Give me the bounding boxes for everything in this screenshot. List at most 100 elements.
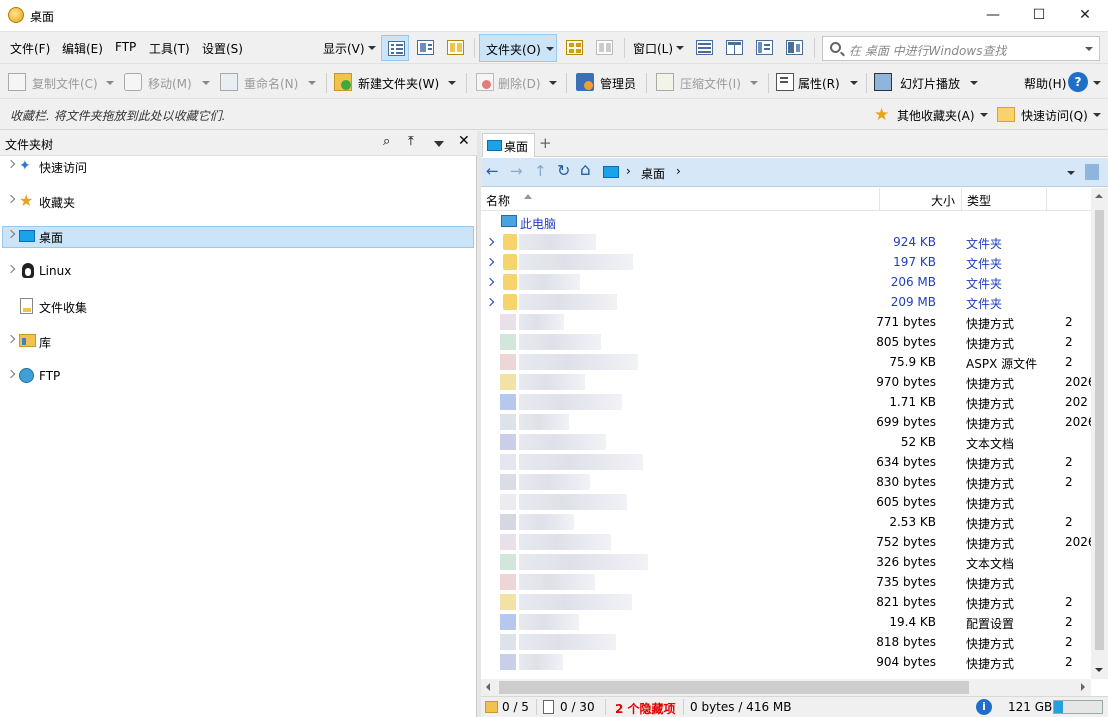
properties-button[interactable]: 属性(R) <box>798 75 840 92</box>
properties-dropdown-icon[interactable] <box>850 81 858 85</box>
tree-close-icon[interactable]: ✕ <box>458 133 470 149</box>
home-icon[interactable]: ⌂ <box>580 160 591 180</box>
column-type[interactable]: 类型 <box>967 192 991 209</box>
rename-dropdown-icon[interactable] <box>308 81 316 85</box>
compress-dropdown-icon[interactable] <box>750 81 758 85</box>
expand-arrow-icon[interactable] <box>485 257 495 267</box>
go-icon[interactable] <box>1085 164 1099 180</box>
layout-columns-button[interactable] <box>720 35 748 61</box>
file-row[interactable]: 805 bytes 快捷方式 2 <box>481 332 1091 352</box>
slideshow-button[interactable]: 幻灯片播放 <box>900 75 960 92</box>
expand-arrow-icon[interactable] <box>6 264 16 274</box>
expand-arrow-icon[interactable] <box>6 194 16 204</box>
column-separator[interactable] <box>879 188 880 211</box>
maximize-button[interactable]: ☐ <box>1016 0 1062 31</box>
slideshow-dropdown-icon[interactable] <box>970 81 978 85</box>
up-icon[interactable]: ↑ <box>534 162 547 180</box>
column-separator[interactable] <box>961 188 962 211</box>
expand-arrow-icon[interactable] <box>6 334 16 344</box>
folder-row[interactable]: 197 KB 文件夹 <box>481 252 1091 272</box>
info-icon[interactable]: i <box>976 699 992 715</box>
folder-row[interactable]: 206 MB 文件夹 <box>481 272 1091 292</box>
layout-preview-button[interactable] <box>780 35 808 61</box>
thumbnails-button[interactable] <box>560 35 588 61</box>
layout-tree-button[interactable] <box>750 35 778 61</box>
horizontal-scroll-thumb[interactable] <box>499 681 969 694</box>
file-row[interactable]: 19.4 KB 配置设置 2 <box>481 612 1091 632</box>
this-pc-row[interactable]: 此电脑 <box>481 212 1091 232</box>
expand-arrow-icon[interactable] <box>6 229 16 239</box>
tree-item-library[interactable]: 库 <box>2 331 474 353</box>
scroll-up-icon[interactable] <box>1095 194 1103 198</box>
file-row[interactable]: 904 bytes 快捷方式 2 <box>481 652 1091 672</box>
expand-arrow-icon[interactable] <box>6 369 16 379</box>
file-row[interactable]: 735 bytes 快捷方式 <box>481 572 1091 592</box>
other-favorites-button[interactable]: 其他收藏夹(A) <box>897 107 975 124</box>
scroll-right-icon[interactable] <box>1081 683 1085 691</box>
file-row[interactable]: 605 bytes 快捷方式 <box>481 492 1091 512</box>
delete-button[interactable]: 删除(D) <box>498 75 541 92</box>
file-row[interactable]: 634 bytes 快捷方式 2 <box>481 452 1091 472</box>
file-row[interactable]: 326 bytes 文本文档 <box>481 552 1091 572</box>
view-details-button[interactable] <box>381 35 409 61</box>
tree-item-ftp[interactable]: FTP <box>2 366 474 388</box>
tree-item-quick-access[interactable]: ✦ 快速访问 <box>2 156 474 178</box>
scroll-down-icon[interactable] <box>1095 668 1103 672</box>
folder-menu-button[interactable]: 文件夹(O) <box>479 34 557 62</box>
search-input[interactable]: 在 桌面 中进行Windows查找 <box>822 36 1100 61</box>
file-row[interactable]: 771 bytes 快捷方式 2 <box>481 312 1091 332</box>
add-tab-button[interactable]: + <box>539 134 552 152</box>
close-button[interactable]: ✕ <box>1062 0 1108 31</box>
menu-settings[interactable]: 设置(S) <box>202 40 243 57</box>
help-icon[interactable]: ? <box>1068 72 1088 92</box>
scroll-left-icon[interactable] <box>486 683 490 691</box>
file-row[interactable]: 830 bytes 快捷方式 2 <box>481 472 1091 492</box>
delete-dropdown-icon[interactable] <box>549 81 557 85</box>
file-row[interactable]: 1.71 KB 快捷方式 202 <box>481 392 1091 412</box>
menu-edit[interactable]: 编辑(E) <box>62 40 103 57</box>
address-dropdown-icon[interactable] <box>1067 171 1075 175</box>
copy-button[interactable]: 复制文件(C) <box>32 75 98 92</box>
breadcrumb-desktop[interactable]: 桌面 <box>641 165 665 182</box>
folder-row[interactable]: 924 KB 文件夹 <box>481 232 1091 252</box>
expand-arrow-icon[interactable] <box>485 297 495 307</box>
menu-ftp[interactable]: FTP <box>115 40 136 54</box>
admin-button[interactable]: 管理员 <box>600 75 636 92</box>
tab-desktop[interactable]: 桌面 <box>482 133 535 157</box>
expand-arrow-icon[interactable] <box>6 159 16 169</box>
vertical-scrollbar[interactable] <box>1091 188 1108 679</box>
view-dual-button[interactable] <box>441 35 469 61</box>
tree-search-icon[interactable]: ⌕ <box>383 134 390 149</box>
help-dropdown-icon[interactable] <box>1093 81 1101 85</box>
menu-view[interactable]: 显示(V) <box>323 40 365 57</box>
refresh-icon[interactable]: ↻ <box>557 161 570 180</box>
file-row[interactable]: 821 bytes 快捷方式 2 <box>481 592 1091 612</box>
file-row[interactable]: 818 bytes 快捷方式 2 <box>481 632 1091 652</box>
view-dropdown-icon[interactable] <box>368 46 376 50</box>
forward-icon[interactable]: → <box>510 162 523 180</box>
expand-arrow-icon[interactable] <box>485 277 495 287</box>
new-folder-dropdown-icon[interactable] <box>448 81 456 85</box>
help-button[interactable]: 帮助(H) <box>1024 75 1066 92</box>
back-icon[interactable]: ← <box>486 162 499 180</box>
tiles-button[interactable] <box>590 35 618 61</box>
rename-button[interactable]: 重命名(N) <box>244 75 298 92</box>
view-preview-button[interactable] <box>411 35 439 61</box>
menu-window[interactable]: 窗口(L) <box>633 40 673 57</box>
file-row[interactable]: 752 bytes 快捷方式 2026 <box>481 532 1091 552</box>
tree-item-linux[interactable]: Linux <box>2 261 474 283</box>
compress-button[interactable]: 压缩文件(I) <box>680 75 741 92</box>
move-button[interactable]: 移动(M) <box>148 75 192 92</box>
file-row[interactable]: 970 bytes 快捷方式 2026 <box>481 372 1091 392</box>
move-dropdown-icon[interactable] <box>202 81 210 85</box>
status-hidden-items[interactable]: 2 个隐藏项 <box>615 700 676 717</box>
tree-item-desktop[interactable]: 桌面 <box>2 226 474 248</box>
minimize-button[interactable]: — <box>970 0 1016 31</box>
column-size[interactable]: 大小 <box>931 192 955 209</box>
menu-tools[interactable]: 工具(T) <box>149 40 190 57</box>
horizontal-scrollbar[interactable] <box>481 679 1091 696</box>
other-favorites-dropdown-icon[interactable] <box>980 113 988 117</box>
tree-item-collection[interactable]: 文件收集 <box>2 296 474 318</box>
file-row[interactable]: 52 KB 文本文档 <box>481 432 1091 452</box>
file-row[interactable]: 75.9 KB ASPX 源文件 2 <box>481 352 1091 372</box>
